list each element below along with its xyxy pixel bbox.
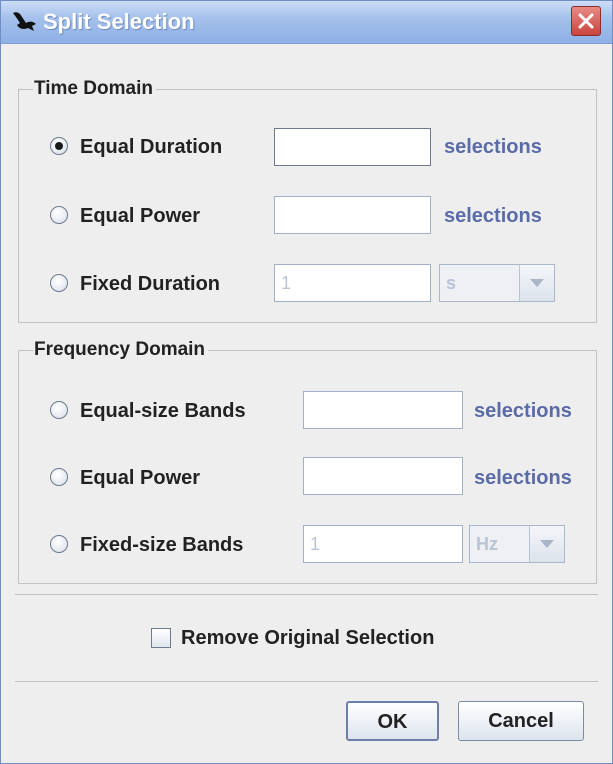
split-selection-dialog: Split Selection Time Domain Equal Durati… — [0, 0, 613, 764]
equal-power-time-label: Equal Power — [80, 205, 201, 227]
options-bottom-divider — [15, 681, 598, 682]
fixed-duration-radio[interactable] — [50, 274, 68, 292]
time-unit-select[interactable]: s — [439, 264, 555, 302]
equal-duration-unit: selections — [444, 136, 542, 158]
time-domain-title: Time Domain — [33, 77, 156, 101]
equal-size-bands-input[interactable] — [303, 391, 463, 429]
time-domain-group: Time Domain Equal Duration selections Eq… — [18, 77, 597, 323]
equal-size-bands-unit: selections — [474, 400, 572, 422]
remove-original-label[interactable]: Remove Original Selection — [181, 625, 434, 651]
equal-power-frequency-option[interactable]: Equal Power — [50, 465, 300, 493]
time-unit-dropdown-button[interactable] — [519, 265, 554, 301]
equal-duration-option[interactable]: Equal Duration — [50, 134, 270, 162]
equal-power-frequency-label: Equal Power — [80, 467, 201, 489]
fixed-duration-option[interactable]: Fixed Duration — [50, 271, 270, 299]
fixed-size-bands-radio[interactable] — [50, 535, 68, 553]
frequency-unit-value: Hz — [476, 534, 498, 554]
equal-power-time-radio[interactable] — [50, 206, 68, 224]
frequency-domain-group: Frequency Domain Equal-size Bands select… — [18, 338, 597, 584]
close-button[interactable] — [571, 6, 601, 36]
close-icon — [578, 13, 594, 29]
equal-power-frequency-radio[interactable] — [50, 468, 68, 486]
equal-size-bands-label: Equal-size Bands — [80, 400, 246, 422]
equal-power-frequency-input[interactable] — [303, 457, 463, 495]
window-title: Split Selection — [43, 9, 195, 34]
options-top-divider — [15, 594, 598, 595]
equal-duration-input[interactable] — [274, 128, 431, 166]
fixed-duration-label: Fixed Duration — [80, 273, 221, 295]
fixed-size-bands-option[interactable]: Fixed-size Bands — [50, 532, 300, 560]
equal-duration-label: Equal Duration — [80, 136, 223, 158]
ok-button[interactable]: OK — [346, 701, 439, 741]
chevron-down-icon — [540, 540, 554, 548]
equal-size-bands-option[interactable]: Equal-size Bands — [50, 398, 300, 426]
fixed-duration-input[interactable]: 1 — [274, 264, 431, 302]
chevron-down-icon — [530, 279, 544, 287]
equal-power-time-option[interactable]: Equal Power — [50, 203, 270, 231]
equal-power-time-input[interactable] — [274, 196, 431, 234]
time-unit-value: s — [446, 273, 457, 293]
equal-size-bands-radio[interactable] — [50, 401, 68, 419]
equal-duration-radio[interactable] — [50, 137, 68, 155]
title-bar[interactable]: Split Selection — [1, 1, 612, 44]
frequency-unit-select[interactable]: Hz — [469, 525, 565, 563]
fixed-size-bands-label: Fixed-size Bands — [80, 534, 244, 556]
remove-original-checkbox[interactable] — [151, 628, 171, 648]
cancel-button[interactable]: Cancel — [458, 701, 584, 741]
bird-logo-icon — [10, 9, 38, 35]
frequency-domain-title: Frequency Domain — [33, 338, 209, 362]
fixed-size-bands-input[interactable]: 1 — [303, 525, 463, 563]
equal-power-frequency-unit: selections — [474, 467, 572, 489]
equal-power-time-unit: selections — [444, 205, 542, 227]
frequency-unit-dropdown-button[interactable] — [529, 526, 564, 562]
